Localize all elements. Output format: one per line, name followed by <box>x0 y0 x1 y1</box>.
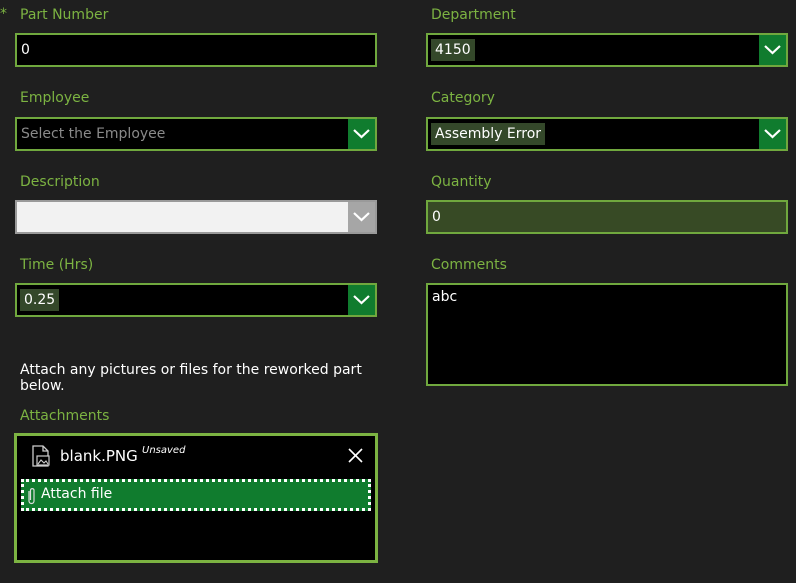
close-icon[interactable] <box>348 448 363 463</box>
attachments-control: blank.PNG Unsaved Attach file <box>14 433 378 563</box>
employee-dropdown-button[interactable] <box>348 119 375 149</box>
attachment-file-name: blank.PNG <box>60 447 138 465</box>
description-label: Description <box>20 174 100 190</box>
chevron-down-icon <box>353 129 370 139</box>
attachment-status: Unsaved <box>142 445 186 456</box>
employee-label: Employee <box>20 90 90 106</box>
quantity-label: Quantity <box>431 174 492 190</box>
category-label: Category <box>431 90 495 106</box>
time-label: Time (Hrs) <box>20 257 94 273</box>
attach-file-button[interactable]: Attach file <box>21 479 371 511</box>
department-dropdown[interactable]: 4150 <box>426 33 788 67</box>
time-dropdown[interactable]: 0.25 <box>15 283 377 317</box>
department-dropdown-button[interactable] <box>759 35 786 65</box>
department-selected: 4150 <box>431 39 475 61</box>
chevron-down-icon <box>353 212 370 222</box>
comments-label: Comments <box>431 257 507 273</box>
attach-instructions: Attach any pictures or files for the rew… <box>20 362 362 394</box>
attach-file-label: Attach file <box>41 486 113 502</box>
category-dropdown[interactable]: Assembly Error <box>426 117 788 151</box>
category-dropdown-button[interactable] <box>759 119 786 149</box>
comments-value: abc <box>432 289 458 305</box>
quantity-value: 0 <box>432 209 441 225</box>
time-selected: 0.25 <box>20 289 60 311</box>
part-number-value: 0 <box>21 42 30 58</box>
attachment-item[interactable]: blank.PNG Unsaved <box>17 436 375 476</box>
paperclip-icon <box>28 488 35 505</box>
description-dropdown[interactable] <box>15 200 377 234</box>
department-label: Department <box>431 7 516 23</box>
part-number-input[interactable]: 0 <box>15 33 377 67</box>
description-dropdown-button[interactable] <box>348 202 375 232</box>
required-marker: * <box>0 6 7 22</box>
comments-textarea[interactable]: abc <box>426 283 788 386</box>
time-dropdown-button[interactable] <box>348 285 375 315</box>
chevron-down-icon <box>764 129 781 139</box>
employee-placeholder: Select the Employee <box>21 126 166 142</box>
quantity-input[interactable]: 0 <box>426 200 788 234</box>
image-file-icon <box>32 445 50 467</box>
part-number-label: Part Number <box>20 7 109 23</box>
category-selected: Assembly Error <box>431 123 546 145</box>
employee-dropdown[interactable]: Select the Employee <box>15 117 377 151</box>
chevron-down-icon <box>353 295 370 305</box>
attachments-label: Attachments <box>20 408 110 424</box>
chevron-down-icon <box>764 45 781 55</box>
